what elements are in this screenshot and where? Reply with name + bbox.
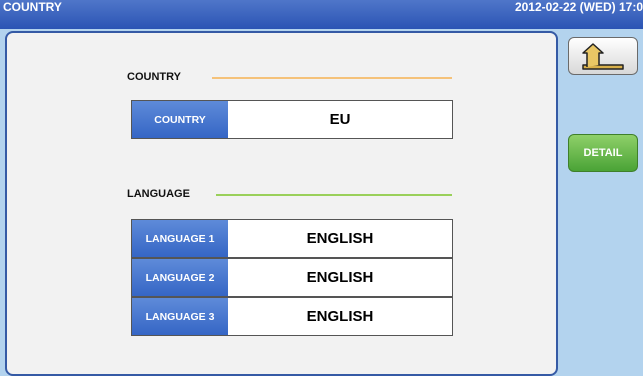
screen-title: COUNTRY [3,0,62,14]
country-label-button[interactable]: COUNTRY [132,101,228,138]
language-2-value[interactable]: ENGLISH [228,259,452,296]
detail-button[interactable]: DETAIL [568,134,638,172]
return-arrow-icon [582,43,624,70]
country-value[interactable]: EU [228,101,452,138]
language-divider [216,194,452,196]
country-row[interactable]: COUNTRY EU [131,100,453,139]
main-panel: COUNTRY COUNTRY EU LANGUAGE LANGUAGE 1 E… [5,31,558,376]
language-1-value[interactable]: ENGLISH [228,220,452,257]
language-3-row[interactable]: LANGUAGE 3 ENGLISH [131,297,453,336]
language-section-heading: LANGUAGE [127,188,190,200]
language-2-row[interactable]: LANGUAGE 2 ENGLISH [131,258,453,297]
back-button[interactable] [568,37,638,75]
title-bar: COUNTRY 2012-02-22 (WED) 17:0 [0,0,643,29]
language-1-row[interactable]: LANGUAGE 1 ENGLISH [131,219,453,258]
date-time: 2012-02-22 (WED) 17:0 [514,0,643,14]
language-3-label-button[interactable]: LANGUAGE 3 [132,298,228,335]
language-1-label-button[interactable]: LANGUAGE 1 [132,220,228,257]
country-divider [212,77,452,79]
country-section-heading: COUNTRY [127,71,181,83]
language-3-value[interactable]: ENGLISH [228,298,452,335]
language-2-label-button[interactable]: LANGUAGE 2 [132,259,228,296]
